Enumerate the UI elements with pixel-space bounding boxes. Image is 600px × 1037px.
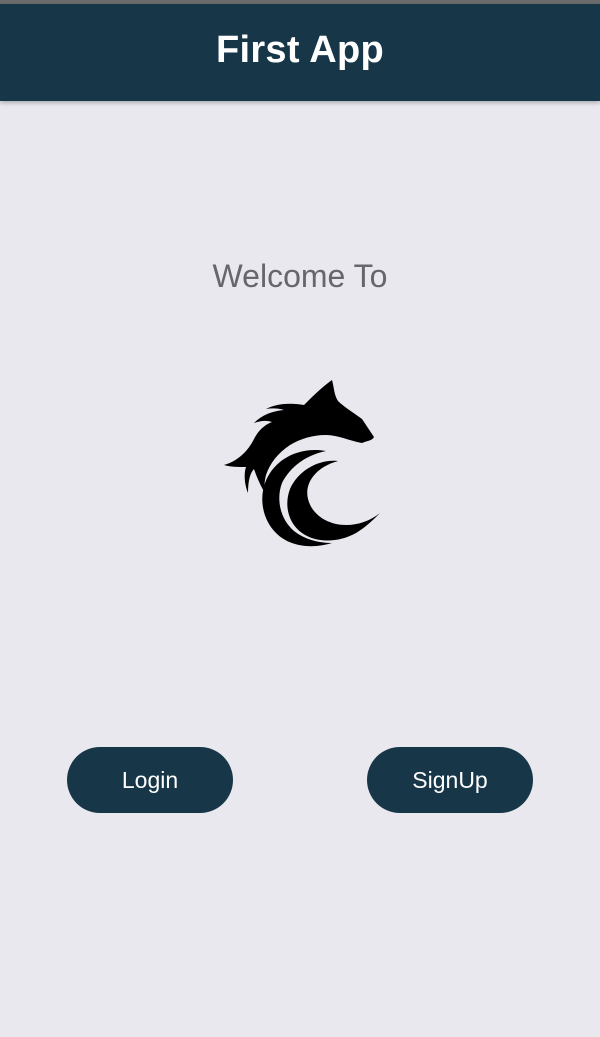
wolf-logo-icon — [224, 380, 380, 547]
welcome-text: Welcome To — [212, 258, 388, 294]
login-button[interactable]: Login — [67, 747, 233, 813]
app-title: First App — [215, 29, 385, 71]
signup-button[interactable]: SignUp — [367, 747, 533, 813]
app-bar: First App — [0, 4, 600, 101]
